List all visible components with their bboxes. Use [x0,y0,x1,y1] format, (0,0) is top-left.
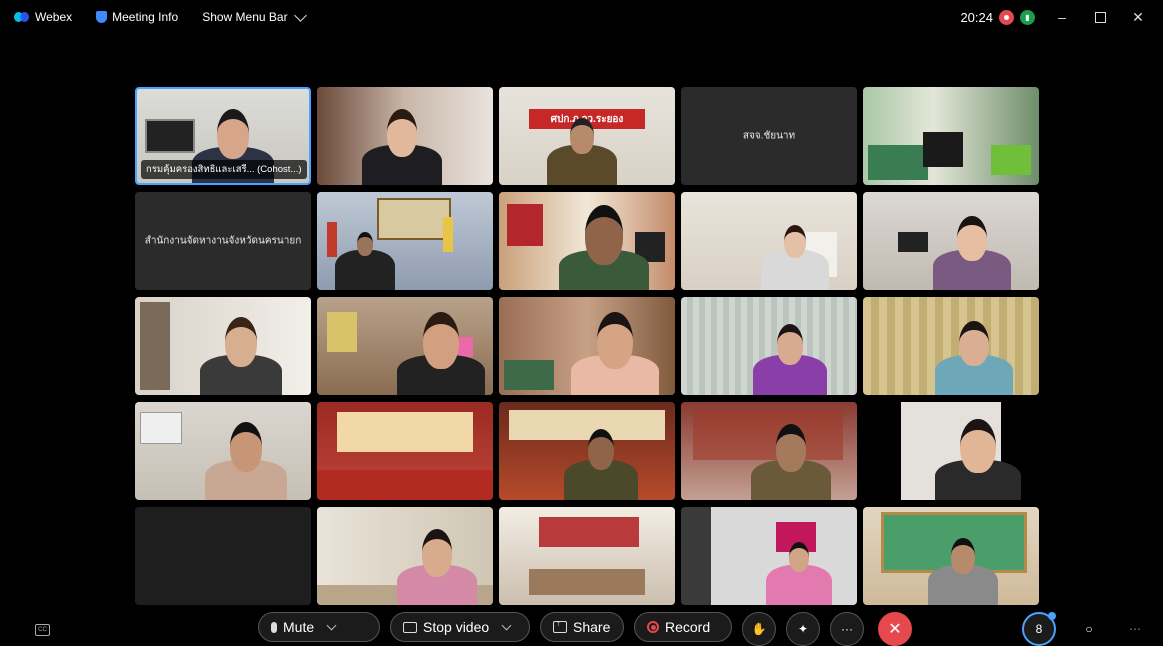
apps-button[interactable]: ✦ [786,612,820,646]
participant-figure [397,507,477,605]
show-menu-bar-label: Show Menu Bar [202,10,288,24]
sparkle-icon: ✦ [797,622,809,636]
video-tile[interactable] [681,297,857,395]
hand-icon: ✋ [751,622,767,636]
share-label: Share [573,619,611,635]
chat-icon: ○ [1085,622,1093,636]
video-tile[interactable] [135,297,311,395]
participant-name: สำนักงานจัดหางานจังหวัดนครนายก [144,235,302,247]
participant-figure [753,297,827,395]
network-signal-icon[interactable]: ▮ [1020,9,1035,25]
video-tile[interactable]: สำนักงานจัดหางานจังหวัดนครนายก [135,192,311,290]
participants-button[interactable]: 8 [1022,612,1056,646]
video-tile[interactable] [317,507,493,605]
video-tile[interactable] [863,507,1039,605]
chat-button[interactable]: ○ [1072,612,1106,646]
video-tile[interactable] [499,507,675,605]
share-icon [553,618,567,633]
video-gallery: กรมคุ้มครองสิทธิและเสรี... (Cohost...) ศ… [135,87,1039,605]
video-feed [135,507,311,605]
video-tile[interactable] [135,402,311,500]
video-tile[interactable] [863,297,1039,395]
participant-figure [761,192,829,290]
video-tile[interactable] [499,192,675,290]
video-tile[interactable] [863,192,1039,290]
participant-figure [564,402,638,500]
video-tile[interactable] [681,507,857,605]
participant-figure [397,297,485,395]
meeting-info-button[interactable]: Meeting Info [96,10,178,24]
camera-icon [403,621,417,633]
video-tile[interactable]: สจจ.ชัยนาท [681,87,857,185]
maximize-icon [1094,11,1106,23]
participant-figure [571,297,659,395]
participant-figure [362,87,442,185]
video-tile[interactable] [681,192,857,290]
recording-indicator-icon[interactable] [999,9,1014,25]
participant-name: สจจ.ชัยนาท [742,130,796,142]
participant-figure [928,507,998,605]
record-label: Record [665,619,711,635]
overflow-button[interactable]: ⋯ [1118,612,1152,646]
participant-figure [547,87,617,185]
chevron-down-icon [293,8,307,22]
app-name: Webex [35,10,73,24]
show-menu-bar-button[interactable]: Show Menu Bar [202,8,307,24]
leave-meeting-button[interactable]: ✕ [878,612,912,646]
video-tile[interactable]: ศปก.ภ.จว.ระยอง [499,87,675,185]
microphone-icon [271,621,277,633]
person-icon: 8 [1035,622,1043,636]
close-window-button[interactable]: ✕ [1127,8,1149,26]
minimize-button[interactable]: – [1051,8,1073,26]
participant-figure [205,402,287,500]
notification-dot [1048,612,1056,620]
chevron-down-icon[interactable] [501,620,512,630]
video-tile[interactable] [681,402,857,500]
video-tile[interactable] [317,87,493,185]
video-tile[interactable] [317,402,493,500]
record-icon [647,621,659,633]
reactions-button[interactable]: ✋ [742,612,776,646]
meeting-controls: Mute Stop video Share Record ✋ ✦ ··· ✕ 8… [0,612,1163,646]
video-tile[interactable] [317,297,493,395]
video-tile[interactable] [499,297,675,395]
shield-icon [96,11,108,23]
mute-label: Mute [283,619,315,635]
chevron-down-icon[interactable] [326,620,337,630]
participant-figure [751,402,831,500]
participant-figure [935,297,1013,395]
webex-menu[interactable]: Webex [14,10,72,24]
video-tile[interactable] [135,507,311,605]
participant-name-label: กรมคุ้มครองสิทธิและเสรี... (Cohost...) [141,160,307,179]
participant-figure [559,192,649,290]
participant-figure [200,297,282,395]
stop-video-label: Stop video [423,619,490,635]
video-tile[interactable] [317,192,493,290]
maximize-button[interactable] [1089,8,1111,26]
webex-logo-icon [14,11,30,23]
participant-figure [335,192,395,290]
meeting-info-label: Meeting Info [112,10,179,24]
video-tile[interactable]: กรมคุ้มครองสิทธิและเสรี... (Cohost...) [135,87,311,185]
participant-figure [933,192,1011,290]
title-bar: Webex Meeting Info Show Menu Bar 20:24 ▮… [0,0,1163,36]
participant-figure [935,402,1021,500]
video-tile[interactable] [863,87,1039,185]
video-tile[interactable] [499,402,675,500]
video-tile[interactable] [863,402,1039,500]
participant-figure [766,507,832,605]
more-options-button[interactable]: ··· [830,612,864,646]
clock: 20:24 [960,9,993,25]
